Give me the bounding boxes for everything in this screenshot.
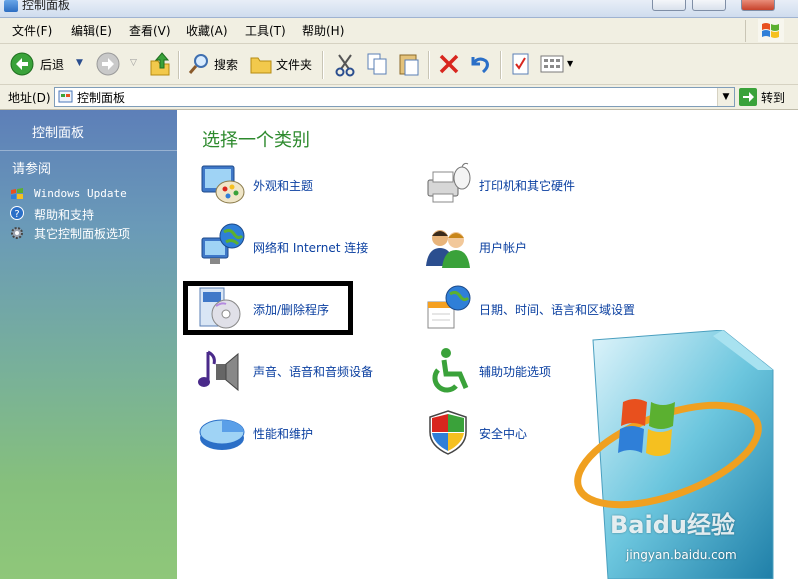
sidebar: 控制面板 请参阅 Windows Update ? 帮助和支持 其它控制面板选项 <box>0 110 177 579</box>
security-center-icon[interactable] <box>424 408 472 456</box>
paste-icon[interactable] <box>398 51 420 77</box>
forward-dropdown-icon[interactable]: ▽ <box>130 58 137 68</box>
maximize-button[interactable] <box>692 0 726 11</box>
undo-icon[interactable] <box>468 53 492 75</box>
category-sounds-audio[interactable]: 声音、语音和音频设备 <box>253 363 373 380</box>
up-folder-icon[interactable] <box>148 51 172 77</box>
category-date-time-language[interactable]: 日期、时间、语言和区域设置 <box>479 301 635 318</box>
address-value: 控制面板 <box>77 91 126 105</box>
sidebar-link-windows-update[interactable]: Windows Update <box>34 187 127 200</box>
svg-text:?: ? <box>14 209 19 220</box>
watermark-subtext: jingyan.baidu.com <box>626 548 737 562</box>
sidebar-divider <box>0 150 177 151</box>
accessibility-icon[interactable] <box>424 346 472 394</box>
category-security-center[interactable]: 安全中心 <box>479 425 527 442</box>
address-dropdown-icon[interactable]: ▼ <box>717 88 734 106</box>
folders-button-label[interactable]: 文件夹 <box>276 56 312 73</box>
menu-view[interactable]: 查看(V) <box>129 22 171 39</box>
sidebar-link-help[interactable]: 帮助和支持 <box>34 206 94 223</box>
views-icon[interactable] <box>540 54 564 74</box>
search-button-label[interactable]: 搜索 <box>214 56 238 73</box>
performance-maintenance-icon[interactable] <box>198 408 246 456</box>
back-dropdown-icon[interactable]: ▼ <box>76 58 83 68</box>
address-input[interactable]: 控制面板 ▼ <box>54 87 735 107</box>
window-title: 控制面板 <box>22 0 71 12</box>
network-internet-icon[interactable] <box>198 222 246 270</box>
category-network-internet[interactable]: 网络和 Internet 连接 <box>253 239 368 256</box>
back-arrow-icon[interactable] <box>10 52 34 76</box>
go-button[interactable]: 转到 <box>739 87 795 107</box>
category-accessibility[interactable]: 辅助功能选项 <box>479 363 551 380</box>
highlight-box <box>183 281 353 335</box>
category-appearance-themes[interactable]: 外观和主题 <box>253 177 313 194</box>
cut-icon[interactable] <box>334 53 356 77</box>
main-panel: 选择一个类别 Baidu经验 jingyan.baidu.com 外观和主题 打… <box>178 110 798 579</box>
address-bar: 地址(D) 控制面板 ▼ 转到 <box>0 85 798 110</box>
menu-bar: 文件(F) 编辑(E) 查看(V) 收藏(A) 工具(T) 帮助(H) <box>0 18 798 44</box>
close-button[interactable] <box>741 0 775 11</box>
address-label: 地址(D) <box>8 91 51 105</box>
see-also-heading: 请参阅 <box>12 162 52 177</box>
forward-arrow-icon[interactable] <box>96 52 120 76</box>
windows-logo-icon <box>758 19 784 42</box>
sidebar-title: 控制面板 <box>32 126 85 141</box>
back-button-label[interactable]: 后退 <box>40 56 64 73</box>
control-panel-icon <box>4 0 18 12</box>
printers-hardware-icon[interactable] <box>424 160 472 208</box>
category-printers-hardware[interactable]: 打印机和其它硬件 <box>479 177 575 194</box>
windows-box-image <box>574 330 774 579</box>
title-bar: 控制面板 <box>0 0 798 18</box>
sidebar-link-other-options[interactable]: 其它控制面板选项 <box>34 225 130 242</box>
properties-icon[interactable] <box>510 52 532 76</box>
menu-favorites[interactable]: 收藏(A) <box>186 22 228 39</box>
toolbar: 后退 ▼ ▽ 搜索 文件夹 ▼ <box>0 44 798 85</box>
menu-edit[interactable]: 编辑(E) <box>71 22 112 39</box>
menu-help[interactable]: 帮助(H) <box>302 22 344 39</box>
folders-icon[interactable] <box>250 54 272 74</box>
copy-icon[interactable] <box>366 52 388 76</box>
minimize-button[interactable] <box>652 0 686 11</box>
user-accounts-icon[interactable] <box>424 222 472 270</box>
category-user-accounts[interactable]: 用户帐户 <box>479 239 527 256</box>
views-dropdown-icon[interactable]: ▼ <box>567 59 573 68</box>
menu-file[interactable]: 文件(F) <box>12 22 52 39</box>
menu-separator <box>745 20 746 42</box>
delete-icon[interactable] <box>438 53 460 75</box>
date-time-language-icon[interactable] <box>424 284 472 332</box>
control-panel-small-icon <box>58 90 73 103</box>
appearance-themes-icon[interactable] <box>198 160 246 208</box>
category-heading: 选择一个类别 <box>202 130 310 151</box>
go-arrow-icon <box>739 88 757 106</box>
windows-update-icon <box>11 188 23 199</box>
sounds-audio-icon[interactable] <box>198 346 246 394</box>
menu-tools[interactable]: 工具(T) <box>245 22 286 39</box>
gear-icon <box>11 227 23 239</box>
help-icon: ? <box>10 206 24 220</box>
category-performance-maintenance[interactable]: 性能和维护 <box>253 425 313 442</box>
go-label: 转到 <box>761 91 786 105</box>
watermark-text: Baidu经验 <box>610 511 735 539</box>
search-icon[interactable] <box>188 53 210 75</box>
